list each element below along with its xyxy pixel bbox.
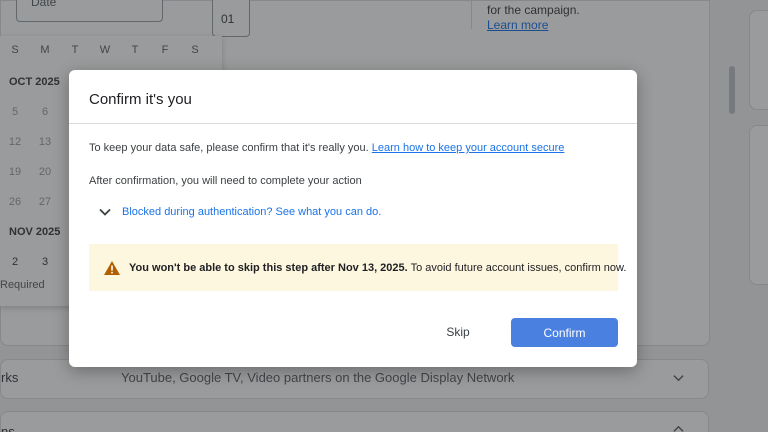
dialog-intro: To keep your data safe, please confirm t… xyxy=(89,142,564,154)
skip-button[interactable]: Skip xyxy=(430,318,486,346)
blocked-auth-expander[interactable]: Blocked during authentication? See what … xyxy=(99,206,381,218)
after-confirmation-text: After confirmation, you will need to com… xyxy=(89,175,362,187)
confirm-identity-dialog: Confirm it's you To keep your data safe,… xyxy=(69,70,637,367)
account-security-link[interactable]: Learn how to keep your account secure xyxy=(372,142,565,154)
warning-bold: You won't be able to skip this step afte… xyxy=(129,261,408,274)
dialog-title: Confirm it's you xyxy=(89,91,192,108)
chevron-down-icon xyxy=(99,208,111,216)
warning-text: You won't be able to skip this step afte… xyxy=(129,262,626,274)
warning-banner: You won't be able to skip this step afte… xyxy=(89,244,626,291)
expander-label: Blocked during authentication? See what … xyxy=(122,206,382,218)
warning-rest: To avoid future account issues, confirm … xyxy=(410,261,627,274)
dialog-divider xyxy=(69,123,637,124)
confirm-button[interactable]: Confirm xyxy=(511,318,618,347)
intro-text: To keep your data safe, please confirm t… xyxy=(89,142,369,154)
warning-icon xyxy=(104,260,120,275)
